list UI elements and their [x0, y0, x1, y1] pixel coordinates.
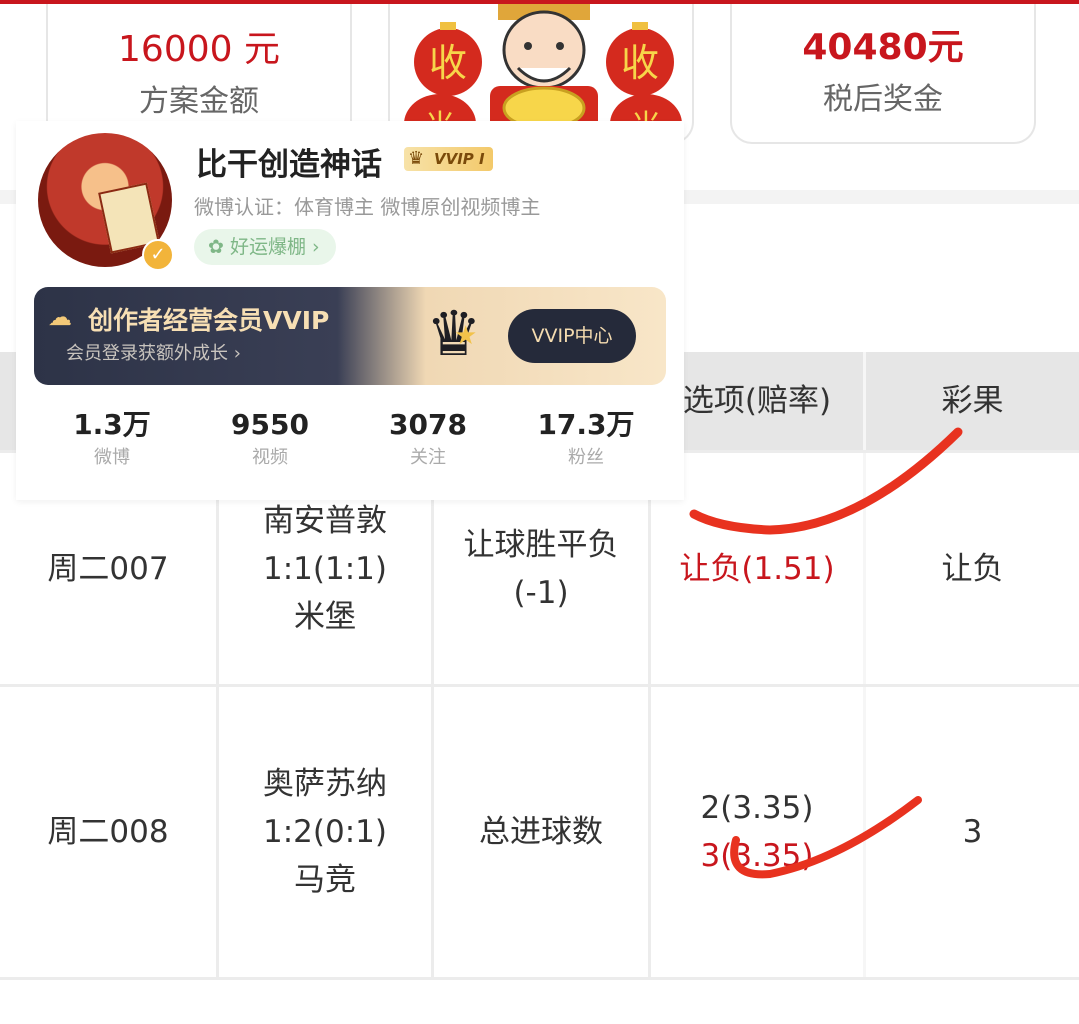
check-mark-annotation [689, 427, 963, 535]
check-mark-annotation [730, 796, 922, 879]
annotation-layer [689, 427, 963, 879]
